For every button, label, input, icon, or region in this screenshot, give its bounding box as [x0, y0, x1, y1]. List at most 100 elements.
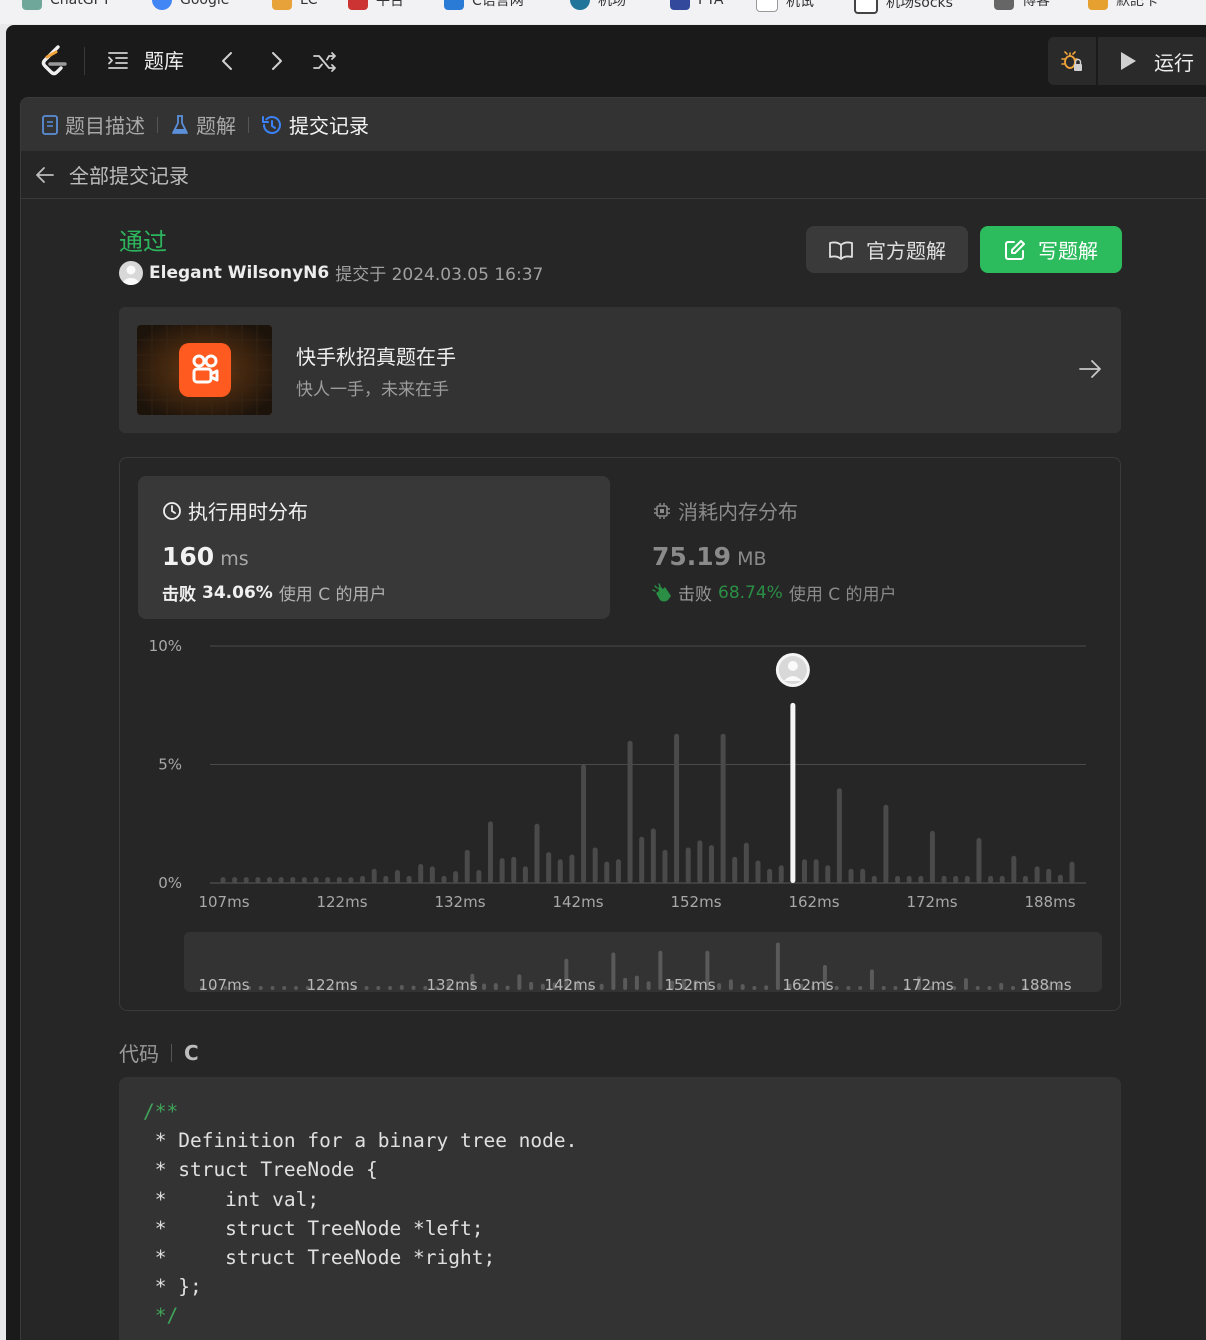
- shuffle-icon[interactable]: [312, 49, 338, 75]
- mini-x-tick-label: 188ms: [1020, 976, 1071, 992]
- debug-button[interactable]: [1048, 37, 1096, 85]
- runtime-distribution-chart[interactable]: 10% 5% 0% 107ms 122ms 132ms 142ms 152ms 162ms 172…: [120, 628, 1120, 918]
- bookmark-exam[interactable]: 机试: [756, 0, 814, 12]
- mini-bar: [728, 979, 733, 990]
- bookmark-card[interactable]: 默記卡: [1088, 0, 1158, 10]
- mini-bar: [987, 986, 992, 990]
- code-line: * struct TreeNode *right;: [143, 1246, 496, 1270]
- mini-bar: [282, 986, 287, 990]
- bookmark-clang[interactable]: C语言网: [444, 0, 524, 10]
- leetcode-icon: [272, 0, 292, 10]
- run-button[interactable]: 运行: [1098, 37, 1206, 85]
- x-tick-label: 162ms: [788, 893, 839, 911]
- chart-range-navigator[interactable]: 107ms 122ms 132ms 142ms 152ms 162ms 172ms 188ms: [184, 932, 1102, 992]
- mini-bar: [611, 952, 616, 990]
- flask-icon: [172, 114, 188, 134]
- mini-bar: [740, 984, 745, 990]
- y-tick-label: 0%: [158, 874, 182, 892]
- mini-bar: [505, 985, 510, 990]
- prev-problem-icon[interactable]: [216, 49, 240, 73]
- chart-bar: [860, 868, 866, 883]
- mini-bar: [846, 986, 851, 990]
- bookmark-pta[interactable]: PTA: [670, 0, 723, 10]
- mini-x-tick-label: 132ms: [426, 976, 477, 992]
- bookmark-chatgpt[interactable]: ChatGPT: [22, 0, 111, 10]
- bookmark-platform[interactable]: 平台: [348, 0, 404, 10]
- y-tick-label: 10%: [149, 637, 182, 655]
- mini-x-tick-label: 107ms: [198, 976, 249, 992]
- bookmark-google[interactable]: Google: [152, 0, 229, 10]
- chart-bar: [639, 836, 645, 883]
- x-tick-label: 132ms: [434, 893, 485, 911]
- tab-solutions[interactable]: 题解: [170, 110, 236, 139]
- chart-bar: [278, 877, 284, 883]
- chart-bar: [988, 875, 994, 883]
- arrow-right-icon[interactable]: [1077, 357, 1103, 381]
- mini-bar: [881, 986, 886, 990]
- arrow-left-icon: [36, 166, 54, 183]
- mini-bar: [517, 974, 522, 990]
- tab-divider: [248, 116, 249, 133]
- leetcode-logo-icon[interactable]: [36, 43, 72, 79]
- avatar[interactable]: [119, 260, 143, 285]
- chart-bar: [871, 875, 877, 883]
- chart-bar: [836, 788, 842, 883]
- runtime-card[interactable]: 执行用时分布 160 ms 击败 34.06% 使用 C 的用户: [138, 476, 610, 619]
- chart-bar: [581, 764, 587, 883]
- mini-bar: [258, 986, 263, 990]
- bookmarks-bar: ChatGPT Google LC 平台 C语言网 机场 PTA 机试 机场so…: [0, 0, 1206, 24]
- mini-bar: [399, 985, 404, 990]
- chart-bar: [778, 865, 784, 883]
- leetcode-app: 题库 运行 题目描述 题解 提交记录 全部提交记录 通过 Elegant Wil…: [6, 25, 1206, 1340]
- next-problem-icon[interactable]: [264, 49, 288, 73]
- divider: [84, 47, 85, 75]
- tab-description[interactable]: 题目描述: [41, 110, 145, 139]
- mini-bar: [634, 975, 639, 990]
- clock-icon: [163, 501, 181, 520]
- mini-bar: [975, 986, 980, 990]
- memory-card[interactable]: 消耗内存分布 75.19 MB 击败 68.74% 使用 C 的用户: [628, 476, 1100, 619]
- mini-bar: [658, 950, 663, 990]
- page-icon: [756, 0, 778, 12]
- chart-bar: [301, 877, 307, 883]
- mini-x-tick-label: 152ms: [664, 976, 715, 992]
- mini-bar: [999, 982, 1004, 990]
- tab-submissions[interactable]: 提交记录: [261, 110, 369, 139]
- chart-bar: [348, 877, 354, 883]
- official-solution-button[interactable]: 官方题解: [806, 226, 968, 273]
- chart-bar: [511, 856, 517, 883]
- problem-bank-button[interactable]: 题库: [106, 45, 184, 74]
- platform-icon: [348, 0, 368, 10]
- divider: [171, 1043, 172, 1062]
- chart-bar: [592, 847, 598, 883]
- page-icon: [854, 0, 878, 14]
- chart-bar: [929, 830, 935, 883]
- write-solution-button[interactable]: 写题解: [980, 226, 1122, 273]
- bookmark-lc[interactable]: LC: [272, 0, 318, 10]
- submitted-time: 提交于 2024.03.05 16:37: [335, 265, 544, 285]
- promo-banner[interactable]: 快手秋招真题在手 快人一手，未来在手: [119, 307, 1121, 433]
- clang-icon: [444, 0, 464, 10]
- chart-bar: [604, 861, 610, 883]
- bookmark-socks[interactable]: 机场socks: [854, 0, 953, 14]
- username[interactable]: Elegant WilsonyN6: [149, 263, 329, 283]
- code-line: /**: [143, 1100, 179, 1123]
- chart-bar: [243, 877, 249, 883]
- chart-bar: [220, 877, 226, 883]
- chart-bar: [755, 860, 761, 883]
- bookmark-blog[interactable]: 博客: [994, 0, 1050, 10]
- mini-bar: [493, 983, 498, 990]
- highlight-bar: [790, 702, 796, 883]
- back-to-submissions[interactable]: 全部提交记录: [21, 151, 1206, 199]
- chart-bar: [383, 875, 389, 883]
- bookmark-airport[interactable]: 机场: [570, 0, 626, 10]
- chart-bar: [802, 859, 808, 883]
- chart-bar: [534, 823, 540, 883]
- chart-bar: [999, 875, 1005, 883]
- edit-icon: [1005, 239, 1025, 260]
- chart-bar: [895, 875, 901, 883]
- chart-bar: [813, 859, 819, 883]
- mini-bar: [270, 986, 275, 990]
- code-block[interactable]: /** * Definition for a binary tree node.…: [119, 1077, 1121, 1340]
- y-tick-label: 5%: [158, 756, 182, 774]
